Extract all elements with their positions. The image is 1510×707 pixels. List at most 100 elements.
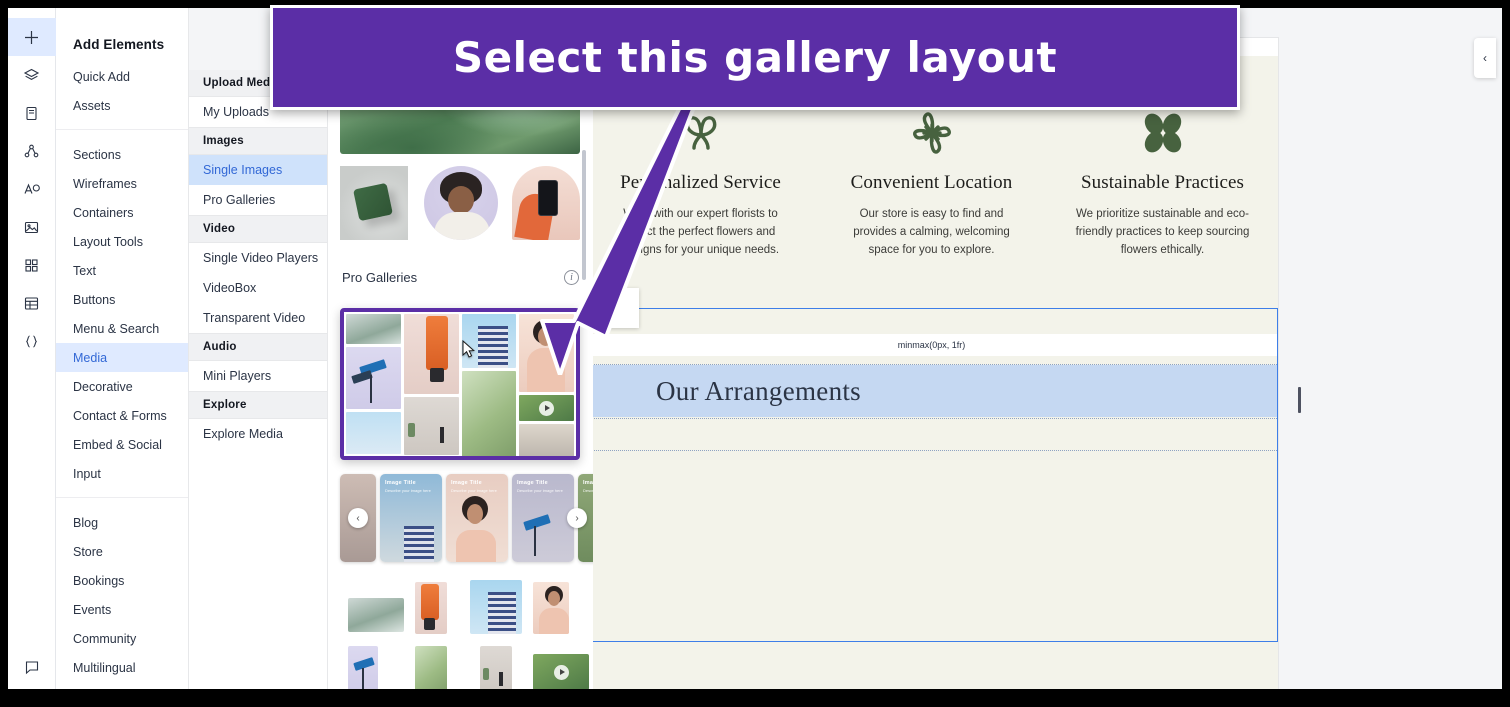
- sidebar-item-community[interactable]: Community: [56, 624, 188, 653]
- sidebar-item-input[interactable]: Input: [56, 459, 188, 488]
- carousel-card-subtitle: Describe your image here: [385, 488, 431, 493]
- media-item-single-images[interactable]: Single Images: [189, 155, 327, 185]
- masonry-item: [346, 347, 401, 409]
- masonry-item: [346, 314, 401, 344]
- masonry-column: [346, 314, 401, 456]
- grid-dash-line: [593, 418, 1277, 419]
- sidebar-item-bookings[interactable]: Bookings: [56, 566, 188, 595]
- sidebar-item-blog[interactable]: Blog: [56, 508, 188, 537]
- sidebar-item-multilingual[interactable]: Multilingual: [56, 653, 188, 682]
- grid-item: [415, 582, 447, 634]
- instruction-callout: Select this gallery layout: [270, 5, 1240, 110]
- play-icon: [553, 664, 569, 680]
- sidebar-item-wireframes[interactable]: Wireframes: [56, 169, 188, 198]
- masonry-item: [461, 371, 517, 456]
- site-structure-icon[interactable]: [8, 132, 56, 170]
- editor-app: Add Elements Quick Add Assets Sections Wire…: [8, 8, 1502, 689]
- media-categories-panel: Upload Media My Uploads Images Single Image…: [189, 70, 328, 689]
- category-groups: Quick Add Assets Sections Wireframes Contain…: [56, 52, 188, 689]
- sidebar-item-decorative[interactable]: Decorative: [56, 372, 188, 401]
- sidebar-item-layout-tools[interactable]: Layout Tools: [56, 227, 188, 256]
- sidebar-item-restaurants[interactable]: Restaurants: [56, 682, 188, 689]
- dev-mode-icon[interactable]: [8, 322, 56, 360]
- carousel-next-button[interactable]: ›: [567, 508, 587, 528]
- media-item-single-video-players[interactable]: Single Video Players: [189, 243, 327, 273]
- single-image-square-preview[interactable]: [340, 166, 408, 240]
- sidebar-item-media[interactable]: Media: [56, 343, 188, 372]
- masonry-column: [461, 314, 517, 456]
- feature-card[interactable]: Sustainable Practices We prioritize sust…: [1047, 76, 1278, 308]
- portrait-face: [448, 186, 474, 214]
- media-item-mini-players[interactable]: Mini Players: [189, 361, 327, 391]
- annotation-arrow: [540, 85, 728, 375]
- apps-grid-icon[interactable]: [8, 246, 56, 284]
- section-heading: Our Arrangements: [656, 375, 861, 406]
- media-section-header-audio: Audio: [189, 333, 327, 361]
- single-image-circle-preview[interactable]: [424, 166, 498, 240]
- sidebar-item-quick-add[interactable]: Quick Add: [56, 62, 188, 91]
- feature-card[interactable]: Convenient Location Our store is easy to…: [816, 76, 1047, 308]
- portrait-body: [434, 212, 490, 240]
- pages-icon[interactable]: [8, 94, 56, 132]
- carousel-gallery-preview[interactable]: Image Title Describe your image here Ima…: [340, 474, 593, 562]
- feature-body: We prioritize sustainable and eco-friend…: [1075, 208, 1250, 256]
- sidebar-item-sections[interactable]: Sections: [56, 140, 188, 169]
- masonry-item: [403, 397, 459, 455]
- carousel-card[interactable]: Image Title Describe your image here: [512, 474, 574, 562]
- sidebar-item-containers[interactable]: Containers: [56, 198, 188, 227]
- carousel-card-title: Image: [583, 480, 593, 486]
- sidebar-item-store[interactable]: Store: [56, 537, 188, 566]
- carousel-card-title: Image Title: [517, 480, 548, 486]
- left-icon-rail: [8, 8, 56, 689]
- grid-item-video: [533, 654, 589, 689]
- masonry-item-video: [519, 395, 574, 421]
- masonry-item: [346, 412, 401, 454]
- screenshot-root: Add Elements Quick Add Assets Sections Wire…: [0, 0, 1510, 707]
- category-group: Sections Wireframes Containers Layout Tools…: [56, 129, 188, 497]
- carousel-card-subtitle: Describe your image here: [517, 488, 563, 493]
- grid-gallery-preview[interactable]: [340, 576, 589, 689]
- carousel-card[interactable]: Image Title Describe your image here: [380, 474, 442, 562]
- play-icon: [539, 400, 555, 416]
- carousel-prev-button[interactable]: ‹: [348, 508, 368, 528]
- media-section-header-explore: Explore: [189, 391, 327, 419]
- media-item-videobox[interactable]: VideoBox: [189, 273, 327, 303]
- masonry-item: [403, 314, 459, 394]
- image-icon[interactable]: [8, 208, 56, 246]
- carousel-card-subtitle: Describe your image here: [451, 488, 497, 493]
- media-item-transparent-video[interactable]: Transparent Video: [189, 303, 327, 333]
- panel-title: Add Elements: [73, 37, 165, 52]
- grid-item: [470, 580, 522, 634]
- grid-item: [348, 646, 378, 689]
- sidebar-item-buttons[interactable]: Buttons: [56, 285, 188, 314]
- add-elements-panel: Add Elements Quick Add Assets Sections Wire…: [56, 8, 189, 689]
- cms-table-icon[interactable]: [8, 284, 56, 322]
- add-elements-icon[interactable]: [8, 18, 56, 56]
- cube-shape: [353, 182, 393, 222]
- sidebar-item-text[interactable]: Text: [56, 256, 188, 285]
- text-caret: [1298, 387, 1301, 413]
- collapse-panel-button[interactable]: ‹: [1474, 38, 1496, 78]
- feature-body: Our store is easy to find and provides a…: [853, 208, 1010, 256]
- sidebar-item-events[interactable]: Events: [56, 595, 188, 624]
- comments-icon[interactable]: [8, 659, 56, 675]
- sidebar-item-menu-search[interactable]: Menu & Search: [56, 314, 188, 343]
- media-item-explore-media[interactable]: Explore Media: [189, 419, 327, 449]
- carousel-card[interactable]: Image Title Describe your image here: [446, 474, 508, 562]
- carousel-card-title: Image Title: [385, 480, 416, 486]
- masonry-column: [403, 314, 459, 456]
- grid-item: [415, 646, 447, 689]
- sidebar-item-embed-social[interactable]: Embed & Social: [56, 430, 188, 459]
- grid-dash-line: [593, 450, 1277, 451]
- sidebar-item-contact-forms[interactable]: Contact & Forms: [56, 401, 188, 430]
- layers-icon[interactable]: [8, 56, 56, 94]
- feature-title: Sustainable Practices: [1080, 172, 1245, 193]
- sidebar-item-assets[interactable]: Assets: [56, 91, 188, 120]
- design-icon[interactable]: [8, 170, 56, 208]
- instruction-text: Select this gallery layout: [452, 33, 1058, 82]
- media-category-sections: Upload Media My Uploads Images Single Image…: [189, 70, 327, 449]
- feature-title: Convenient Location: [850, 172, 1013, 193]
- masonry-item: [519, 424, 574, 456]
- pro-galleries-label: Pro Galleries: [342, 270, 418, 285]
- media-item-pro-galleries[interactable]: Pro Galleries: [189, 185, 327, 215]
